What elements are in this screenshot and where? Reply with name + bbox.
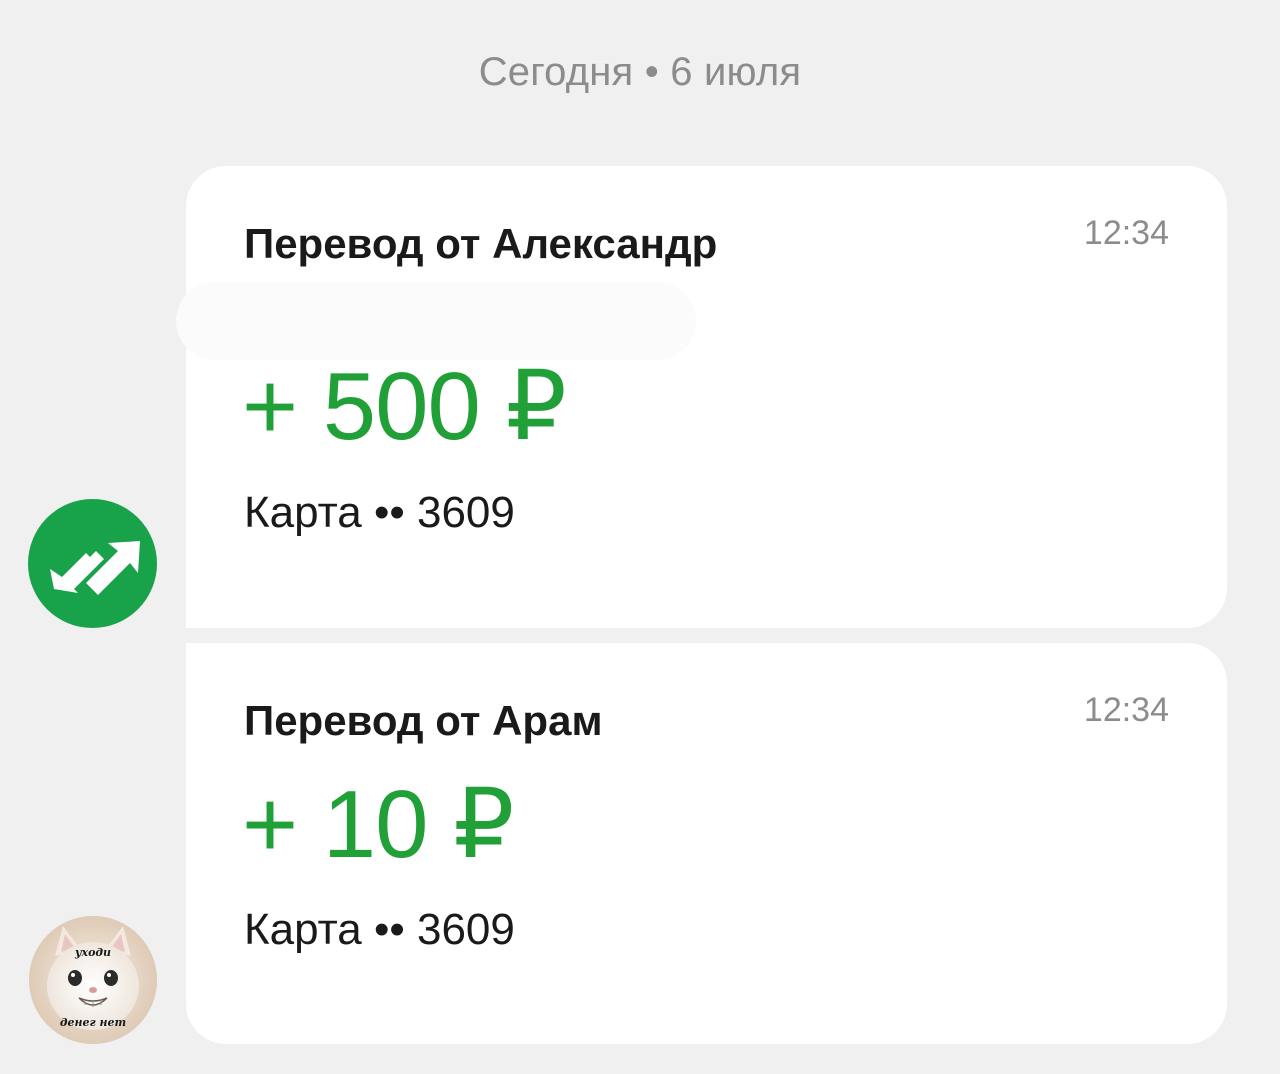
sticker-caption-top: уходи xyxy=(74,946,112,959)
message-title: Перевод от Арам xyxy=(244,697,603,744)
redaction-smudge xyxy=(176,282,696,360)
message-time: 12:34 xyxy=(1083,214,1169,252)
message-card: Карта •• 3609 xyxy=(244,488,515,537)
transfer-avatar[interactable] xyxy=(28,499,157,628)
sticker-caption-bottom: денег нет xyxy=(59,1016,127,1029)
message-card: Карта •• 3609 xyxy=(244,905,515,954)
transfer-message-bubble[interactable]: Перевод от Александр 12:34 + 500 ₽ Карта… xyxy=(186,166,1227,628)
date-header: Сегодня • 6 июля xyxy=(478,50,802,94)
message-title: Перевод от Александр xyxy=(244,220,718,267)
user-avatar[interactable]: уходи денег нет xyxy=(29,916,157,1044)
message-amount: + 10 ₽ xyxy=(242,771,514,878)
message-time: 12:34 xyxy=(1083,691,1169,729)
message-amount: + 500 ₽ xyxy=(242,353,567,460)
transfer-arrows-icon xyxy=(50,541,140,595)
transfer-message-bubble[interactable]: Перевод от Арам 12:34 + 10 ₽ Карта •• 36… xyxy=(186,643,1227,1044)
